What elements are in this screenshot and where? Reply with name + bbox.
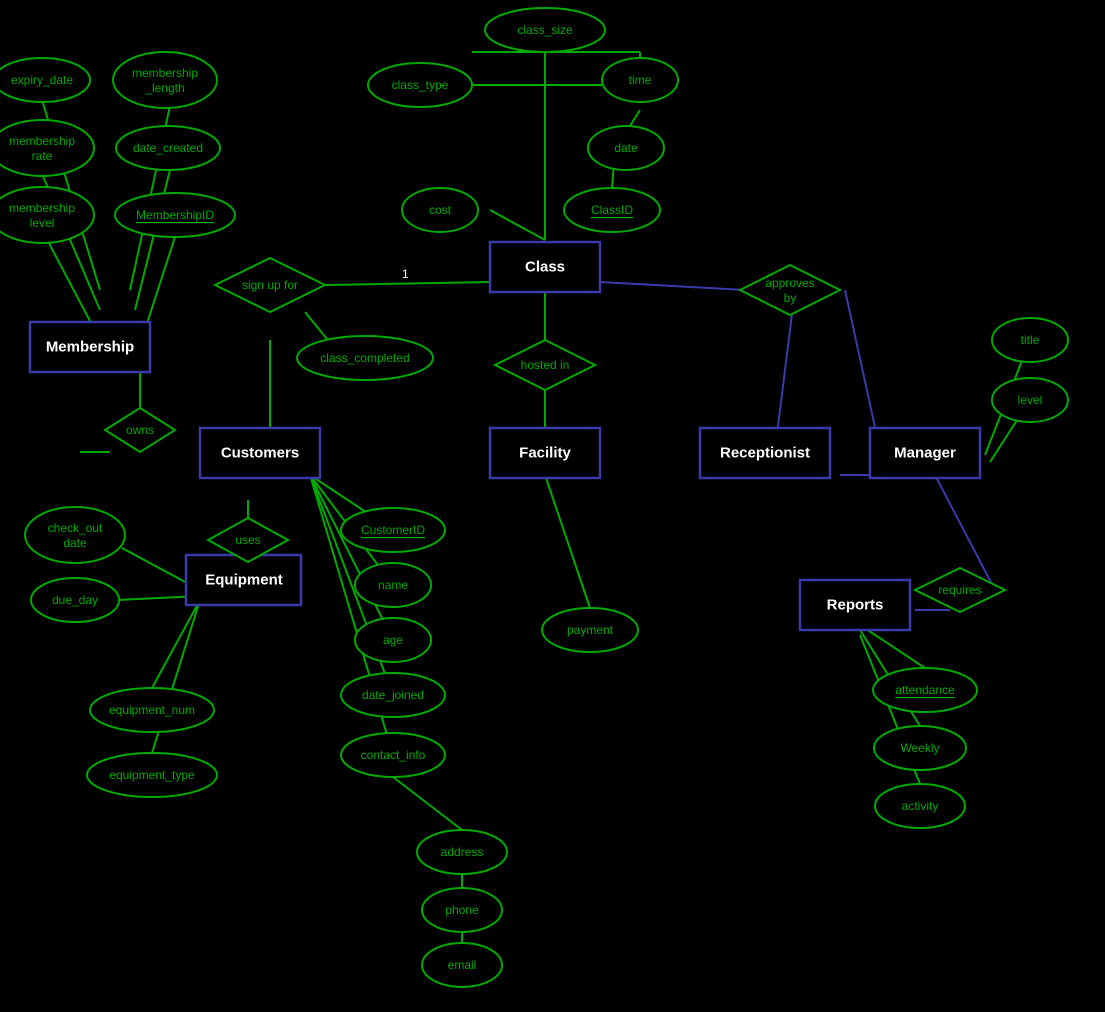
entity-equipment-label: Equipment [205,572,283,589]
diamond-uses-label: uses [235,533,260,547]
ellipse-membership-length [113,52,217,108]
ellipse-date-created-label: date_created [133,141,203,155]
ellipse-membership-id-label: MembershipID [136,208,214,222]
entity-class-label: Class [525,259,565,276]
ellipse-name-label: name [378,578,408,592]
ellipse-check-out-date-label2: date [63,536,87,550]
multiplicity-1: 1 [402,267,409,281]
entity-reports-label: Reports [827,597,884,614]
ellipse-activity-label: activity [902,799,939,813]
ellipse-address-label: address [441,845,484,859]
ellipse-membership-rate-label2: rate [32,149,53,163]
ellipse-payment-label: payment [567,623,614,637]
diamond-requires-label: requires [938,583,981,597]
ellipse-membership-level [0,187,94,243]
ellipse-title-label: title [1021,333,1040,347]
diamond-approves-by-label: approves [765,276,814,290]
er-diagram: Membership Class Customers Facility Rece… [0,0,1105,1012]
ellipse-phone-label: phone [445,903,479,917]
ellipse-age-label: age [383,633,403,647]
ellipse-weekly-label: Weekly [900,741,939,755]
ellipse-membership-level-label2: level [30,216,55,230]
ellipse-contact-info-label: contact_info [361,748,426,762]
ellipse-equipment-num-label: equipment_num [109,703,195,717]
diamond-hosted-in-label: hosted in [521,358,570,372]
ellipse-check-out-date-label: check_out [48,521,103,535]
ellipse-class-completed-label: class_completed [320,351,409,365]
ellipse-level-label: level [1018,393,1043,407]
ellipse-membership-rate-label: membership [9,134,75,148]
ellipse-membership-level-label: membership [9,201,75,215]
ellipse-class-id-label: ClassID [591,203,633,217]
diamond-approves-by-label2: by [784,291,797,305]
entity-membership-label: Membership [46,339,134,356]
ellipse-date-joined-label: date_joined [362,688,424,702]
ellipse-customer-id-label: CustomerID [361,523,425,537]
diamond-sign-up-for-label: sign up for [242,278,298,292]
diamond-owns-label: owns [126,423,154,437]
ellipse-class-size-label: class_size [517,23,573,37]
ellipse-due-day-label: due_day [52,593,98,607]
entity-facility-label: Facility [519,445,571,462]
entity-receptionist-label: Receptionist [720,445,810,462]
entity-customers-label: Customers [221,445,299,462]
ellipse-membership-rate [0,120,94,176]
ellipse-check-out-date [25,507,125,563]
ellipse-time-label: time [629,73,652,87]
ellipse-attendance-label: attendance [895,683,955,697]
entity-manager-label: Manager [894,445,956,462]
ellipse-membership-length-label2: _length [144,81,184,95]
ellipse-date-label: date [614,141,638,155]
ellipse-membership-length-label: membership [132,66,198,80]
diamond-approves-by [740,265,840,315]
ellipse-equipment-type-label: equipment_type [109,768,195,782]
ellipse-email-label: email [448,958,477,972]
ellipse-cost-label: cost [429,203,452,217]
ellipse-expiry-date-label: expiry_date [11,73,73,87]
ellipse-class-type-label: class_type [392,78,449,92]
